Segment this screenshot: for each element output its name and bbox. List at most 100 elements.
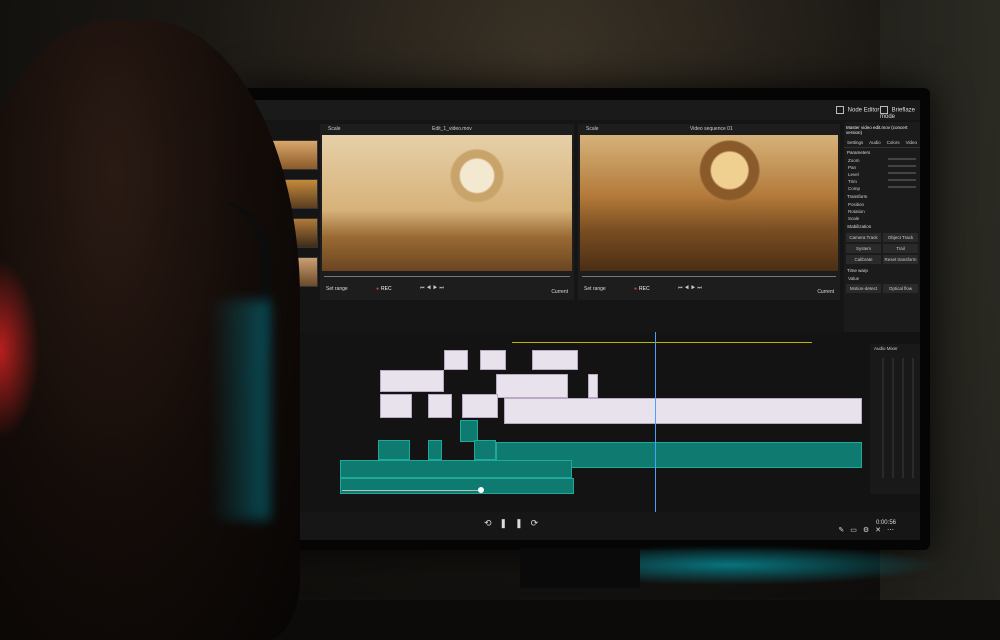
param-slider[interactable] [888,172,916,174]
tab-video[interactable]: Video [906,140,917,145]
audio-clip[interactable] [378,440,410,460]
tab-audio[interactable]: Audio [869,140,881,145]
timeline: Video 01 A1 Audio 01 A2 Audio 02 A3 Audi… [252,332,920,512]
param-label: Zoom [848,158,860,163]
audio-mixer: Audio Mixer [870,344,920,494]
scale-dropdown[interactable]: Scale [586,126,599,132]
transport-controls-icon[interactable]: ⏮◀▶⏭ [420,285,446,291]
param-row[interactable]: Trim [844,178,920,185]
top-bar: Node Editor Brieflaze mode [252,100,920,120]
transform-row[interactable]: Position [844,201,920,208]
astronaut-frame-image [580,135,838,271]
bottom-bar: ⟲❚❚⟳ 0:00:56 ✎▭⚙✕⋯ [252,512,920,540]
param-row[interactable]: Level [844,171,920,178]
audio-clip[interactable] [428,440,442,460]
video-clip[interactable] [496,374,568,398]
video-clip[interactable] [444,350,468,370]
stabilization-title: Stabilization [847,224,872,229]
time-warp-row[interactable]: Value [844,275,920,282]
tool-icons[interactable]: ✎▭⚙✕⋯ [838,526,900,534]
video-clip[interactable] [380,370,444,392]
parameters-title: Parameters [847,150,871,155]
viewer-scrub-bar[interactable] [324,276,570,277]
viewer-footer: Set range REC ⏮◀▶⏭ Current [578,284,840,298]
video-clip[interactable] [480,350,506,370]
transform-title: Transform [847,194,868,199]
audio-clip[interactable] [460,420,478,442]
viewer-header: Scale Edit_1_video.mov [320,124,574,134]
transform-row[interactable]: Rotation [844,208,920,215]
system-button[interactable]: System [846,244,881,253]
inspector-panel: Master video edit.mov (concert version) … [844,122,920,332]
zoom-scrubber[interactable] [342,490,482,491]
record-button[interactable]: REC [634,286,650,292]
param-row[interactable]: Pan [844,164,920,171]
transport-controls-icon[interactable]: ⏮◀▶⏭ [678,285,704,291]
scale-dropdown[interactable]: Scale [328,126,341,132]
transform-label: Position [848,202,865,207]
current-label: Current [551,289,568,295]
param-label: Comp [848,186,861,191]
program-viewer: Scale Video sequence 01 Set range REC ⏮◀… [578,124,840,300]
monitor-stand [520,548,640,588]
transform-label: Rotation [848,209,865,214]
red-rim-light [0,260,40,440]
video-clip[interactable] [428,394,452,418]
timeline-ruler[interactable] [342,332,872,342]
tab-settings[interactable]: Settings [847,140,863,145]
video-clip[interactable] [504,398,862,424]
audio-mixer-title: Audio Mixer [874,346,898,351]
playhead[interactable] [655,332,656,512]
motion-detect-button[interactable]: Motion-detect [846,284,881,293]
tab-colors[interactable]: Colors [887,140,900,145]
viewer-scrub-bar[interactable] [582,276,836,277]
optical-flow-button[interactable]: Optical flow [883,284,918,293]
viewer-title: Edit_1_video.mov [432,126,472,132]
record-button[interactable]: REC [376,286,392,292]
param-label: Trim [848,179,857,184]
viewer-header: Scale Video sequence 01 [578,124,840,134]
playback-controls-icon[interactable]: ⟲❚❚⟳ [484,518,546,529]
video-clip[interactable] [588,374,598,398]
editing-screen: Node Editor Brieflaze mode Scale Edit_1_… [252,100,920,540]
transform-row[interactable]: Scale [844,215,920,222]
trail-button[interactable]: Trail [883,244,918,253]
param-label: Pan [848,165,857,170]
audio-clip[interactable] [340,478,574,494]
node-icon [836,106,844,114]
camera-track-button[interactable]: Camera Track [846,233,881,242]
param-slider[interactable] [888,165,916,167]
source-viewer: Scale Edit_1_video.mov Set range REC ⏮◀▶… [320,124,574,300]
video-clip[interactable] [380,394,412,418]
node-editor-button[interactable]: Node Editor [836,106,879,114]
reset-transform-button[interactable]: Reset transform [883,255,918,264]
astronaut-frame-image [322,135,572,271]
time-warp-label: Value [848,276,860,281]
set-range-dropdown[interactable]: Set range [584,286,606,292]
brief-mode-button[interactable]: Brieflaze mode [880,106,920,120]
audio-clip[interactable] [474,440,496,460]
param-row[interactable]: Comp [844,185,920,192]
calibrate-button[interactable]: Calibrate [846,255,881,264]
audio-meter [912,358,914,478]
inspector-tabs: Settings Audio Colors Video [844,138,920,148]
param-slider[interactable] [888,186,916,188]
current-label: Current [817,289,834,295]
video-clip[interactable] [532,350,578,370]
time-warp-title: Time warp [847,268,868,273]
video-clip[interactable] [462,394,498,418]
audio-meter [892,358,894,478]
audio-meter [882,358,884,478]
param-row[interactable]: Zoom [844,157,920,164]
viewer-title: Video sequence 01 [690,126,733,132]
param-slider[interactable] [888,158,916,160]
time-warp-buttons: Motion-detect Optical flow [844,282,920,295]
param-slider[interactable] [888,179,916,181]
zoom-scrubber-knob[interactable] [478,487,484,493]
transform-label: Scale [848,216,860,221]
set-range-dropdown[interactable]: Set range [326,286,348,292]
param-label: Level [848,172,859,177]
node-editor-label: Node Editor [847,107,880,114]
audio-clip[interactable] [340,460,572,478]
object-track-button[interactable]: Object Track [883,233,918,242]
